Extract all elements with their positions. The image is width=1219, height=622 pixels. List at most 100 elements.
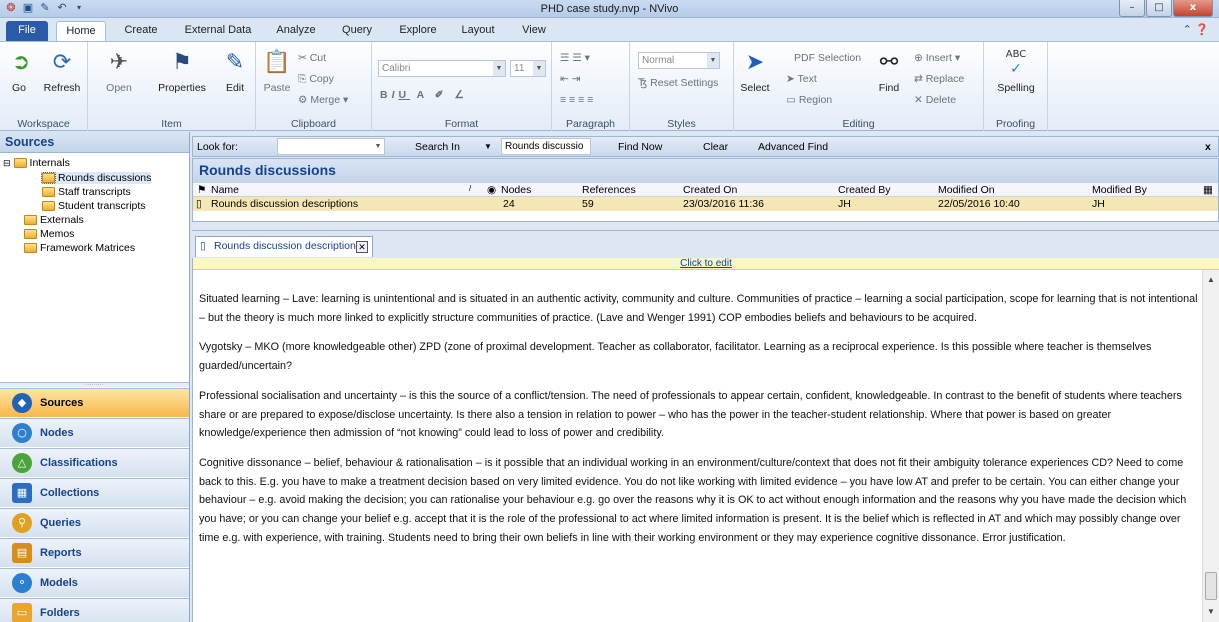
scroll-up-icon[interactable]: ▲: [1203, 272, 1219, 288]
tab-external-data[interactable]: External Data: [176, 21, 260, 41]
close-button[interactable]: x: [1173, 0, 1213, 17]
look-for-input[interactable]: ▼: [277, 138, 385, 155]
text-button[interactable]: ➤ Text: [786, 73, 817, 85]
nav-models-button[interactable]: ⚬ Models: [0, 568, 189, 597]
nav-queries-button[interactable]: ⚲ Queries: [0, 508, 189, 537]
scroll-thumb[interactable]: [1205, 572, 1217, 600]
tree-item-memos[interactable]: Memos: [24, 228, 74, 240]
tab-file[interactable]: File: [6, 21, 48, 41]
open-button[interactable]: ✈ Open: [102, 48, 136, 94]
nav-classifications-button[interactable]: △ Classifications: [0, 448, 189, 477]
nav-reports-button[interactable]: ▤ Reports: [0, 538, 189, 567]
clear-button[interactable]: Clear: [703, 141, 728, 153]
indent-icon[interactable]: ⇤ ⇥: [560, 73, 581, 85]
find-now-button[interactable]: Find Now: [618, 141, 662, 153]
pencil-icon: ✎: [225, 50, 245, 75]
nav-collections-button[interactable]: ▦ Collections: [0, 478, 189, 507]
tree-item-label: Staff transcripts: [58, 186, 131, 198]
cell-created-by: JH: [838, 198, 851, 210]
column-header-modified-by[interactable]: Modified By: [1092, 184, 1147, 196]
tree-item-framework-matrices[interactable]: Framework Matrices: [24, 242, 135, 254]
paste-button[interactable]: 📋 Paste: [262, 48, 292, 94]
search-in-dropdown-icon[interactable]: ▼: [484, 142, 492, 151]
tree-item-staff-transcripts[interactable]: Staff transcripts: [42, 186, 131, 198]
tab-home[interactable]: Home: [56, 21, 106, 41]
tree-item-student-transcripts[interactable]: Student transcripts: [42, 200, 146, 212]
tab-layout[interactable]: Layout: [454, 21, 502, 41]
properties-button[interactable]: ⚑ Properties: [154, 48, 210, 94]
nav-folders-button[interactable]: ▭ Folders: [0, 598, 189, 622]
align-icon[interactable]: ≡ ≡ ≡ ≡: [560, 94, 593, 106]
highlight-icon[interactable]: ✐: [435, 89, 448, 101]
group-proofing: ABC ✓ Spelling Proofing: [984, 42, 1048, 131]
underline-button[interactable]: U: [399, 89, 411, 101]
column-chooser-icon[interactable]: ▦: [1203, 184, 1213, 196]
nav-label: Queries: [40, 517, 81, 529]
document-content[interactable]: Situated learning – Lave: learning is un…: [199, 290, 1199, 558]
ribbon-tab-row: File Home Create External Data Analyze Q…: [0, 18, 1219, 41]
bold-button[interactable]: B: [380, 89, 392, 101]
column-header-references[interactable]: References: [582, 184, 636, 196]
clear-format-icon[interactable]: ∠: [455, 89, 468, 101]
search-in-button[interactable]: Search In: [415, 141, 460, 153]
font-color-button[interactable]: A: [417, 89, 428, 101]
click-to-edit-link[interactable]: Click to edit: [680, 258, 732, 269]
tab-analyze[interactable]: Analyze: [270, 21, 322, 41]
go-button[interactable]: ➲ Go: [6, 48, 32, 94]
delete-button[interactable]: ✕ Delete: [914, 94, 956, 106]
maximize-button[interactable]: □: [1146, 0, 1172, 17]
delete-icon: ✕: [914, 94, 926, 106]
copy-button[interactable]: ⎘ Copy: [298, 73, 334, 86]
table-row[interactable]: ▯ Rounds discussion descriptions 24 59 2…: [193, 197, 1218, 211]
tab-query[interactable]: Query: [334, 21, 380, 41]
list-view-title: Rounds discussions: [193, 159, 1218, 183]
column-header-name[interactable]: Name: [211, 184, 239, 196]
nav-sources-button[interactable]: ◆ Sources: [0, 388, 189, 417]
help-icon[interactable]: ⌃ ❓: [1183, 23, 1209, 36]
find-button[interactable]: ⚯ Find: [874, 48, 904, 94]
models-icon: ⚬: [12, 573, 32, 593]
pane-splitter[interactable]: ·········: [0, 382, 189, 388]
spelling-button[interactable]: ABC ✓ Spelling: [990, 48, 1042, 94]
insert-icon: ⊕: [914, 52, 926, 64]
cut-button[interactable]: ✂ Cut: [298, 52, 326, 64]
tree-item-externals[interactable]: Externals: [24, 214, 84, 226]
column-header-created-by[interactable]: Created By: [838, 184, 891, 196]
region-icon: ▭: [786, 94, 799, 106]
nav-nodes-button[interactable]: ○ Nodes: [0, 418, 189, 447]
advanced-find-button[interactable]: Advanced Find: [758, 141, 828, 153]
edit-button[interactable]: ✎ Edit: [220, 48, 250, 94]
find-bar-close-button[interactable]: x: [1205, 141, 1211, 153]
search-in-field[interactable]: Rounds discussio: [501, 138, 591, 155]
tab-explore[interactable]: Explore: [392, 21, 444, 41]
column-header-modified-on[interactable]: Modified On: [938, 184, 995, 196]
insert-button[interactable]: ⊕ Insert ▾: [914, 52, 960, 64]
group-label-proofing: Proofing: [995, 118, 1036, 130]
minimize-button[interactable]: –: [1119, 0, 1145, 17]
region-button[interactable]: ▭ Region: [786, 94, 832, 106]
font-size-combo[interactable]: 11 ▼: [510, 60, 546, 77]
font-combo[interactable]: Calibri ▼: [378, 60, 506, 77]
tree-item-internals[interactable]: ⊟ Internals: [3, 157, 70, 169]
spelling-label: Spelling: [997, 82, 1035, 94]
pdf-selection-button[interactable]: PDF Selection: [794, 52, 861, 64]
scroll-down-icon[interactable]: ▼: [1203, 604, 1219, 620]
refresh-button[interactable]: ⟳ Refresh: [42, 48, 82, 94]
collapse-icon[interactable]: ⊟: [3, 158, 11, 169]
list-icon[interactable]: ☰ ☰ ▾: [560, 52, 590, 64]
merge-icon: ⚙: [298, 94, 311, 106]
close-tab-icon[interactable]: ✕: [356, 241, 368, 253]
vertical-scrollbar[interactable]: ▲ ▼: [1202, 270, 1219, 622]
tab-create[interactable]: Create: [118, 21, 164, 41]
italic-button[interactable]: I: [392, 89, 399, 101]
reset-settings-button[interactable]: Ꜩ Reset Settings: [638, 77, 718, 89]
select-button[interactable]: ➤ Select: [740, 48, 770, 94]
column-header-nodes[interactable]: Nodes: [501, 184, 531, 196]
tab-view[interactable]: View: [514, 21, 554, 41]
replace-button[interactable]: ⇄ Replace: [914, 73, 964, 85]
style-combo[interactable]: Normal ▼: [638, 52, 720, 69]
column-header-created-on[interactable]: Created On: [683, 184, 737, 196]
tree-item-rounds-discussions[interactable]: Rounds discussions: [41, 172, 152, 184]
merge-button[interactable]: ⚙ Merge ▾: [298, 94, 348, 106]
document-tab[interactable]: ▯ Rounds discussion description ✕: [195, 236, 373, 257]
